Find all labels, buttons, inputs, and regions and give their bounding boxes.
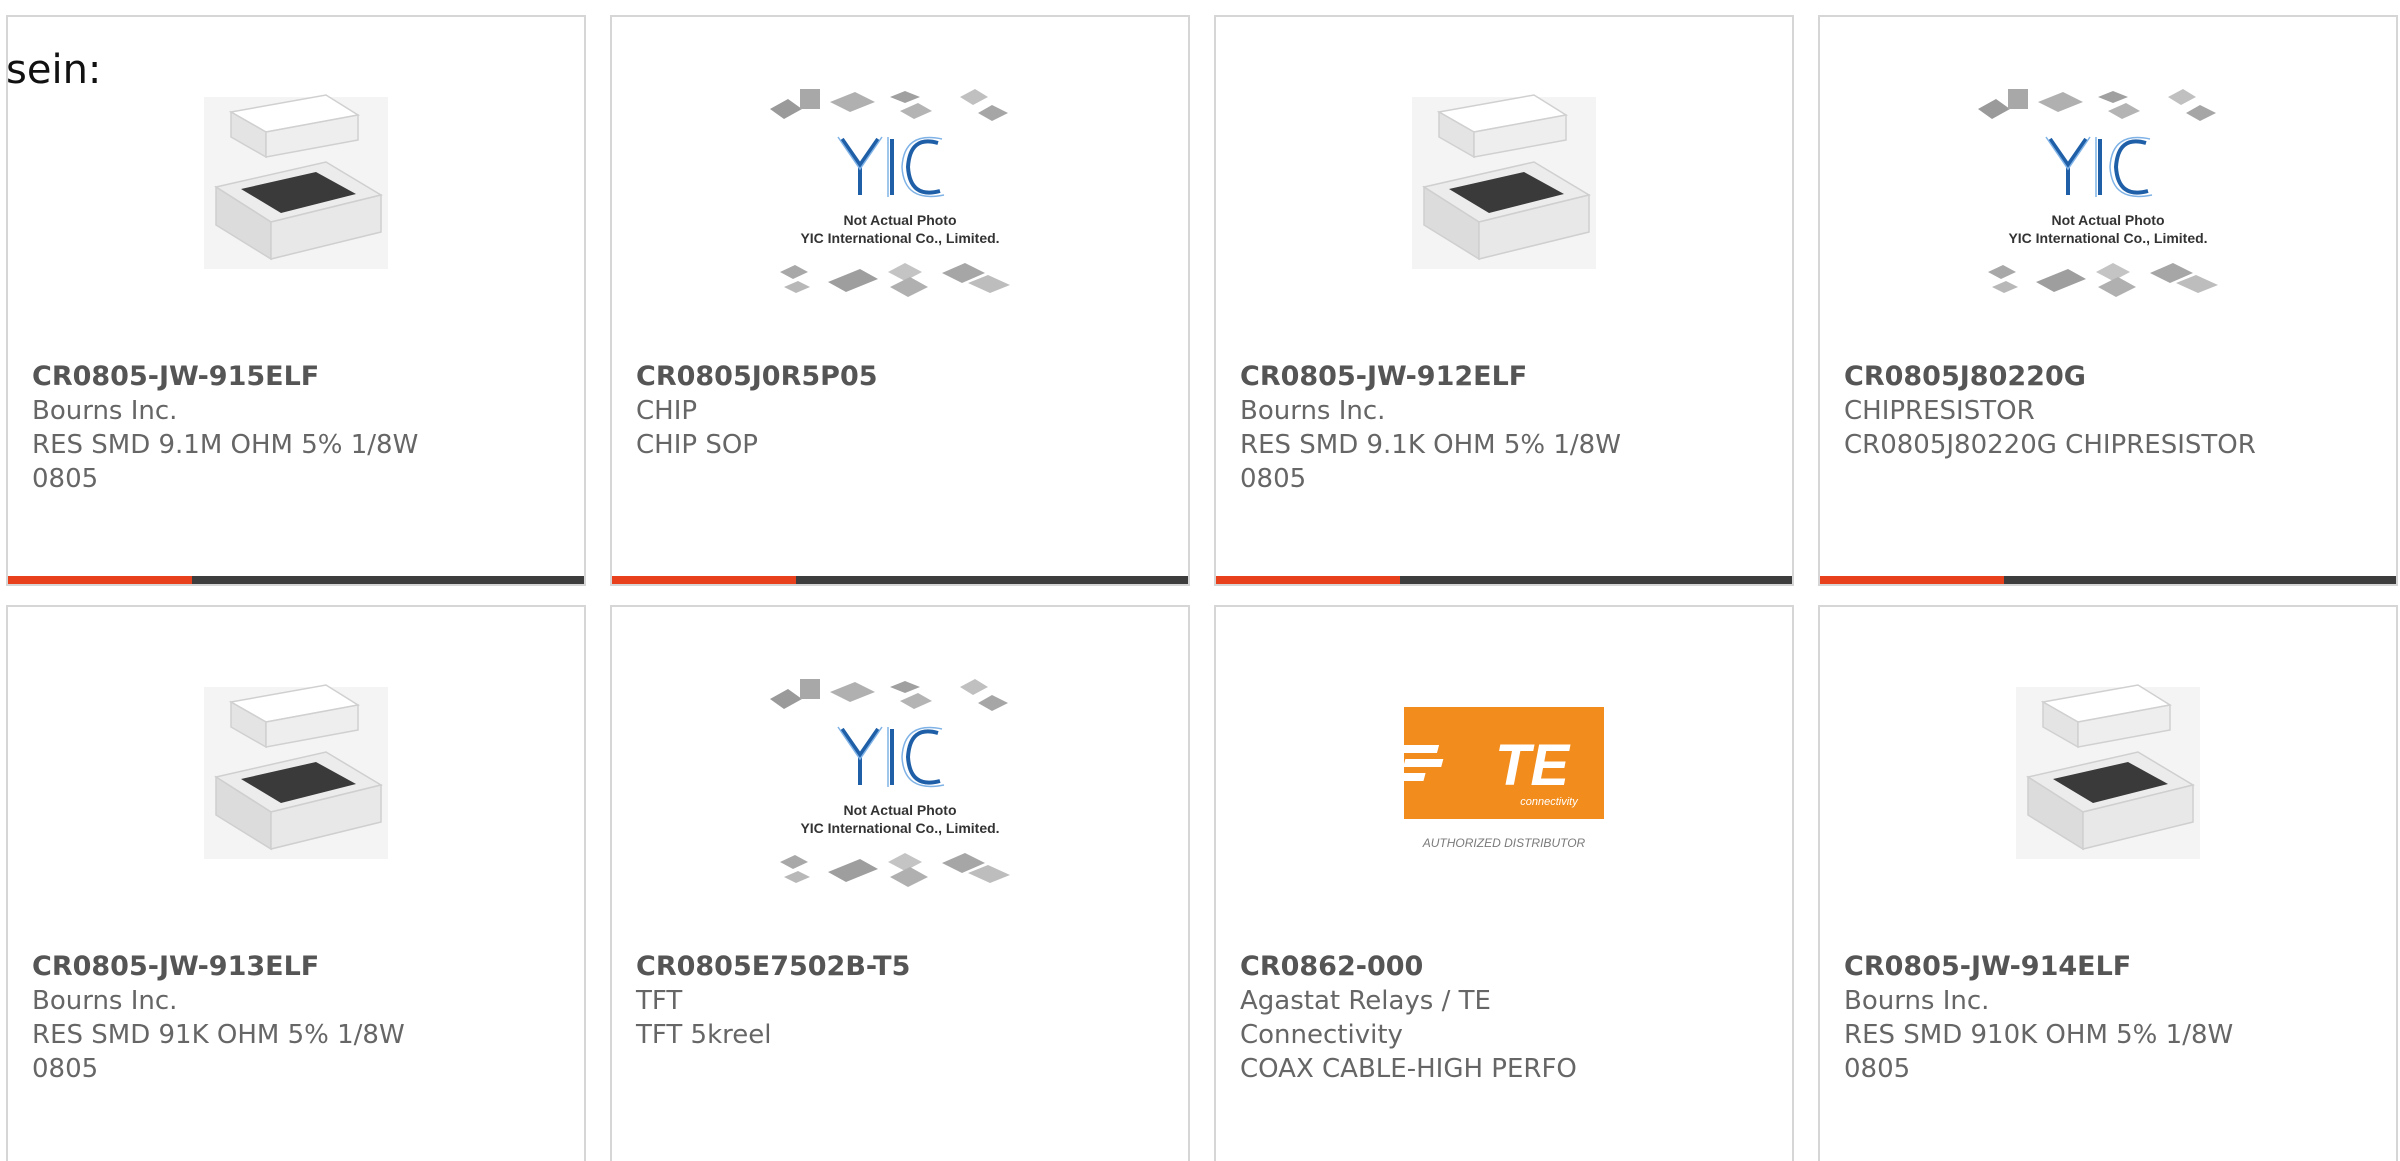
product-card[interactable]: Not Actual Photo YIC International Co., … bbox=[1818, 15, 2398, 586]
description-label: COAX CABLE-HIGH PERFO bbox=[1240, 1054, 1577, 1084]
product-image[interactable] bbox=[1820, 667, 2396, 947]
description-label: 0805 bbox=[1240, 464, 1307, 494]
manufacturer-label: Bourns Inc. bbox=[1240, 396, 1386, 426]
card-progress-bar bbox=[1820, 576, 2396, 584]
manufacturer-label: CHIPRESISTOR bbox=[1844, 396, 2035, 426]
image-caption-line2: YIC International Co., Limited. bbox=[800, 820, 999, 836]
product-image[interactable]: Not Actual Photo YIC International Co., … bbox=[612, 77, 1188, 357]
part-number-link[interactable]: CR0805-JW-913ELF bbox=[32, 950, 452, 984]
product-card[interactable]: CR0805-JW-913ELF Bourns Inc. RES SMD 91K… bbox=[6, 605, 586, 1161]
image-caption-line1: Not Actual Photo bbox=[843, 212, 956, 228]
description-label: RES SMD 91K OHM 5% 1/8W bbox=[32, 1020, 405, 1050]
part-number-link[interactable]: CR0805E7502B-T5 bbox=[636, 950, 1056, 984]
resistor-chip-image bbox=[204, 684, 388, 859]
product-image[interactable]: TE connectivity AUTHORIZED DISTRIBUTOR bbox=[1216, 667, 1792, 947]
manufacturer-label: Agastat Relays / TE Connectivity bbox=[1240, 986, 1491, 1050]
description-label: CR0805J80220G CHIPRESISTOR bbox=[1844, 430, 2256, 460]
manufacturer-label: TFT bbox=[636, 986, 683, 1016]
product-info: CR0805-JW-912ELF Bourns Inc. RES SMD 9.1… bbox=[1240, 360, 1660, 496]
card-progress-fill bbox=[1820, 576, 2005, 584]
card-progress-bar bbox=[8, 576, 584, 584]
image-caption-line1: Not Actual Photo bbox=[843, 802, 956, 818]
product-grid-page: sein: CR0805-JW-915ELF Bourns Inc. RES S… bbox=[0, 0, 2400, 1161]
resistor-chip-image bbox=[1412, 94, 1596, 269]
image-caption-line1: Not Actual Photo bbox=[2051, 212, 2164, 228]
product-card[interactable]: Not Actual Photo YIC International Co., … bbox=[610, 605, 1190, 1161]
resistor-chip-image bbox=[2016, 684, 2200, 859]
description-label: 0805 bbox=[32, 1054, 99, 1084]
product-image[interactable] bbox=[1216, 77, 1792, 357]
image-caption-line2: YIC International Co., Limited. bbox=[2008, 230, 2207, 246]
image-caption-line2: YIC International Co., Limited. bbox=[800, 230, 999, 246]
part-number-link[interactable]: CR0805J0R5P05 bbox=[636, 360, 1056, 394]
product-info: CR0805-JW-915ELF Bourns Inc. RES SMD 9.1… bbox=[32, 360, 452, 496]
section-heading: sein: bbox=[6, 47, 102, 93]
yic-placeholder-image: Not Actual Photo YIC International Co., … bbox=[1978, 89, 2218, 297]
product-card[interactable]: CR0805-JW-914ELF Bourns Inc. RES SMD 910… bbox=[1818, 605, 2398, 1161]
product-card[interactable]: Not Actual Photo YIC International Co., … bbox=[610, 15, 1190, 586]
manufacturer-label: Bourns Inc. bbox=[1844, 986, 1990, 1016]
resistor-chip-image bbox=[204, 94, 388, 269]
part-number-link[interactable]: CR0805-JW-915ELF bbox=[32, 360, 452, 394]
card-progress-bar bbox=[1216, 576, 1792, 584]
te-logo-text: TE bbox=[1495, 733, 1571, 798]
description-label: RES SMD 9.1M OHM 5% 1/8W bbox=[32, 430, 419, 460]
product-info: CR0805J80220G CHIPRESISTOR CR0805J80220G… bbox=[1844, 360, 2264, 462]
product-info: CR0805E7502B-T5 TFT TFT 5kreel bbox=[636, 950, 1056, 1052]
product-image[interactable]: Not Actual Photo YIC International Co., … bbox=[1820, 77, 2396, 357]
description-label: 0805 bbox=[1844, 1054, 1911, 1084]
part-number-link[interactable]: CR0862-000 bbox=[1240, 950, 1660, 984]
manufacturer-label: Bourns Inc. bbox=[32, 396, 178, 426]
product-card[interactable]: TE connectivity AUTHORIZED DISTRIBUTOR C… bbox=[1214, 605, 1794, 1161]
card-progress-fill bbox=[1216, 576, 1401, 584]
product-card[interactable]: CR0805-JW-915ELF Bourns Inc. RES SMD 9.1… bbox=[6, 15, 586, 586]
manufacturer-label: Bourns Inc. bbox=[32, 986, 178, 1016]
card-progress-fill bbox=[8, 576, 193, 584]
product-info: CR0805-JW-914ELF Bourns Inc. RES SMD 910… bbox=[1844, 950, 2264, 1086]
description-label: RES SMD 910K OHM 5% 1/8W bbox=[1844, 1020, 2234, 1050]
description-label: 0805 bbox=[32, 464, 99, 494]
product-card[interactable]: CR0805-JW-912ELF Bourns Inc. RES SMD 9.1… bbox=[1214, 15, 1794, 586]
part-number-link[interactable]: CR0805-JW-914ELF bbox=[1844, 950, 2264, 984]
product-info: CR0805-JW-913ELF Bourns Inc. RES SMD 91K… bbox=[32, 950, 452, 1086]
yic-placeholder-image: Not Actual Photo YIC International Co., … bbox=[770, 89, 1010, 297]
te-connectivity-logo: TE connectivity AUTHORIZED DISTRIBUTOR bbox=[1394, 707, 1604, 850]
te-logo-subtext: connectivity bbox=[1520, 796, 1579, 808]
description-label: CHIP SOP bbox=[636, 430, 758, 460]
card-progress-fill bbox=[612, 576, 797, 584]
description-label: TFT 5kreel bbox=[636, 1020, 772, 1050]
te-logo-caption: AUTHORIZED DISTRIBUTOR bbox=[1422, 836, 1586, 850]
manufacturer-label: CHIP bbox=[636, 396, 698, 426]
part-number-link[interactable]: CR0805J80220G bbox=[1844, 360, 2264, 394]
card-progress-bar bbox=[612, 576, 1188, 584]
product-info: CR0862-000 Agastat Relays / TE Connectiv… bbox=[1240, 950, 1660, 1086]
description-label: RES SMD 9.1K OHM 5% 1/8W bbox=[1240, 430, 1621, 460]
product-image[interactable]: Not Actual Photo YIC International Co., … bbox=[612, 667, 1188, 947]
product-info: CR0805J0R5P05 CHIP CHIP SOP bbox=[636, 360, 1056, 462]
part-number-link[interactable]: CR0805-JW-912ELF bbox=[1240, 360, 1660, 394]
yic-placeholder-image: Not Actual Photo YIC International Co., … bbox=[770, 679, 1010, 887]
product-image[interactable] bbox=[8, 667, 584, 947]
product-image[interactable] bbox=[8, 77, 584, 357]
